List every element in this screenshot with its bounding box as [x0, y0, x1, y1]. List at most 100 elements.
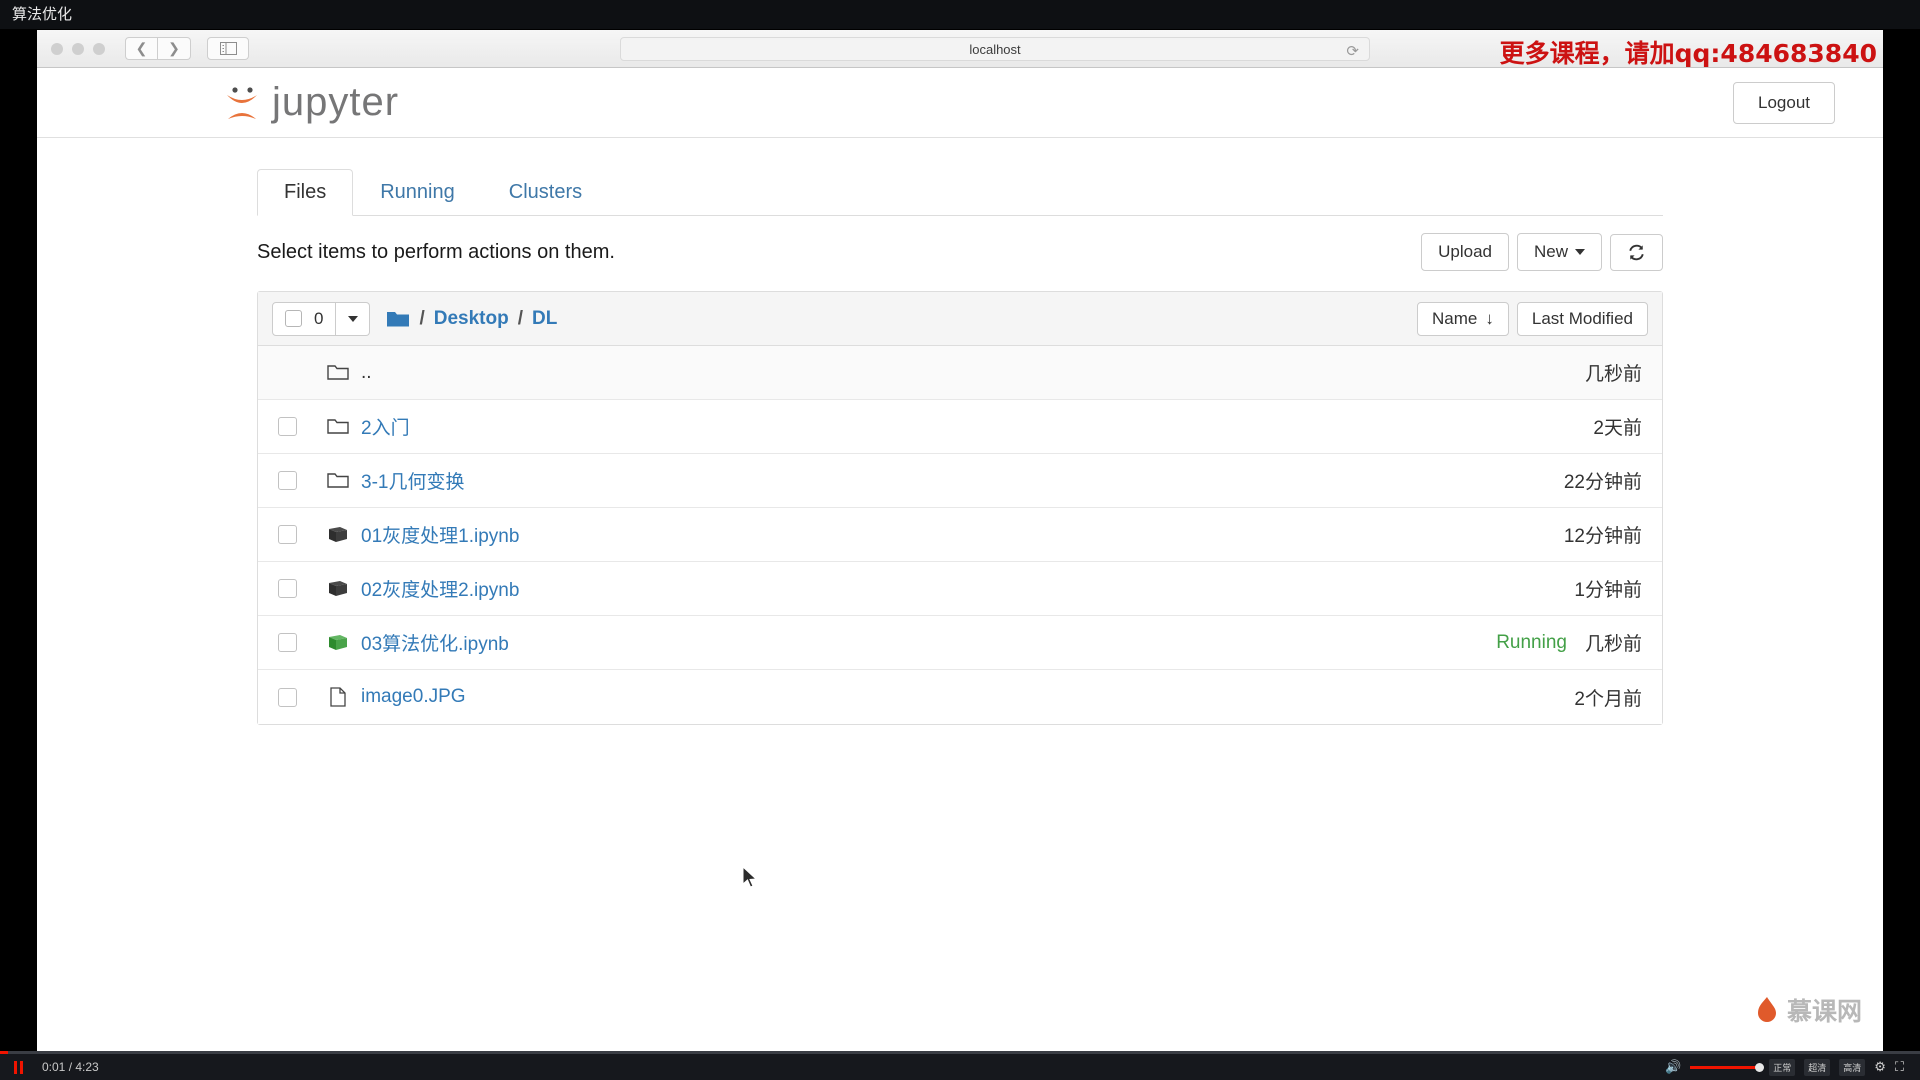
row-left: 02灰度处理2.ipynb [278, 575, 519, 602]
row-modified: 1分钟前 [1574, 580, 1642, 601]
new-label: New [1533, 242, 1568, 261]
select-all-box[interactable]: 0 [272, 301, 337, 336]
letterbox-right [1883, 30, 1920, 1054]
back-icon[interactable]: ❮ [125, 37, 158, 60]
row-left: 01灰度处理1.ipynb [278, 521, 519, 548]
row-name[interactable]: 3-1几何变换 [361, 467, 464, 494]
tab-running[interactable]: Running [353, 169, 482, 216]
row-name[interactable]: 02灰度处理2.ipynb [361, 575, 519, 602]
sort-by-name-button[interactable]: Name ↓ [1417, 301, 1509, 336]
tab-files[interactable]: Files [257, 169, 354, 216]
address-bar[interactable]: localhost ⟳ [620, 37, 1370, 61]
row-right: 22分钟前 [1564, 467, 1642, 494]
jupyter-header: jupyter Logout [37, 68, 1883, 138]
table-row[interactable]: .. 几秒前 [258, 346, 1662, 400]
sidebar-glyph [219, 42, 237, 55]
reload-icon[interactable]: ⟳ [1346, 42, 1359, 60]
table-row[interactable]: 02灰度处理2.ipynb 1分钟前 [258, 562, 1662, 616]
row-modified: 2天前 [1593, 418, 1642, 439]
row-right: Running 几秒前 [1496, 629, 1642, 656]
row-name[interactable]: 03算法优化.ipynb [361, 629, 509, 656]
row-left: image0.JPG [278, 686, 466, 708]
jupyter-body: Files Running Clusters Select items to p… [37, 168, 1883, 725]
minimize-window-button[interactable] [72, 42, 84, 55]
notebook-running-icon [325, 634, 351, 652]
row-right: 2个月前 [1574, 684, 1642, 711]
close-window-button[interactable] [51, 42, 63, 55]
window-controls[interactable] [51, 42, 105, 55]
sort-modified-label: Last Modified [1531, 308, 1633, 328]
table-row[interactable]: 2入门 2天前 [258, 400, 1662, 454]
row-checkbox[interactable] [278, 417, 297, 436]
chevron-down-icon [1575, 249, 1585, 255]
breadcrumb-desktop[interactable]: Desktop [434, 308, 509, 330]
video-player-shell: 算法优化 ❮ ❯ localhost ⟳ 更多课程，请加qq:484683840… [0, 0, 1920, 1080]
upload-label: Upload [1438, 242, 1492, 261]
logout-button[interactable]: Logout [1733, 81, 1835, 124]
row-name[interactable]: 01灰度处理1.ipynb [361, 521, 519, 548]
browser-toolbar: ❮ ❯ localhost ⟳ 更多课程，请加qq:484683840 [37, 30, 1883, 68]
row-checkbox[interactable] [278, 525, 297, 544]
pause-button[interactable] [0, 1060, 36, 1074]
navigation-buttons[interactable]: ❮ ❯ [125, 37, 191, 60]
tab-bar: Files Running Clusters [257, 168, 1663, 216]
folder-icon [325, 472, 351, 489]
upload-button[interactable]: Upload [1421, 233, 1509, 271]
pause-icon [13, 1060, 17, 1074]
refresh-button[interactable] [1610, 233, 1663, 271]
folder-icon [325, 418, 351, 435]
video-time-label: 0:01 / 4:23 [42, 1060, 99, 1074]
maximize-window-button[interactable] [93, 42, 105, 55]
row-checkbox[interactable] [278, 579, 297, 598]
volume-slider[interactable] [1690, 1062, 1765, 1072]
select-all-checkbox[interactable] [285, 310, 302, 327]
table-row[interactable]: 01灰度处理1.ipynb 12分钟前 [258, 508, 1662, 562]
new-button[interactable]: New [1516, 233, 1602, 271]
file-icon [325, 687, 351, 707]
fullscreen-icon[interactable]: ⛶ [1895, 1059, 1904, 1075]
video-controls-bar: 0:01 / 4:23 🔊 正常 超清 高清 ⚙ ⛶ [0, 1051, 1920, 1080]
promo-watermark: 更多课程，请加qq:484683840 [1499, 39, 1877, 68]
selection-control[interactable]: 0 [272, 301, 371, 336]
folder-icon[interactable] [386, 309, 410, 328]
mooc-watermark: 慕课网 [1754, 992, 1862, 1028]
tab-clusters[interactable]: Clusters [482, 169, 609, 216]
row-left: .. [278, 362, 372, 384]
row-checkbox[interactable] [278, 633, 297, 652]
address-text: localhost [969, 41, 1021, 57]
table-row[interactable]: image0.JPG 2个月前 [258, 670, 1662, 724]
folder-open-icon [325, 364, 351, 381]
row-right: 1分钟前 [1574, 575, 1642, 602]
video-progress-bar[interactable] [0, 1051, 1920, 1054]
row-name[interactable]: image0.JPG [361, 686, 466, 708]
selection-dropdown-button[interactable] [336, 301, 371, 336]
mouse-cursor [742, 866, 758, 888]
select-items-hint: Select items to perform actions on them. [257, 240, 615, 263]
table-row[interactable]: 3-1几何变换 22分钟前 [258, 454, 1662, 508]
volume-icon[interactable]: 🔊 [1665, 1059, 1681, 1075]
row-name[interactable]: .. [361, 362, 372, 384]
quality-ultra-button[interactable]: 超清 [1804, 1058, 1831, 1076]
video-title: 算法优化 [0, 0, 1920, 30]
sort-by-modified-button[interactable]: Last Modified [1516, 301, 1648, 336]
jupyter-logo[interactable]: jupyter [222, 80, 399, 125]
sidebar-toggle-icon[interactable] [207, 37, 249, 60]
files-toolbar: Select items to perform actions on them.… [257, 233, 1663, 271]
status-badge: Running [1496, 631, 1567, 653]
quality-normal-button[interactable]: 正常 [1769, 1058, 1796, 1076]
quality-hd-button[interactable]: 高清 [1839, 1058, 1866, 1076]
row-name[interactable]: 2入门 [361, 413, 410, 440]
row-checkbox[interactable] [278, 687, 297, 707]
row-checkbox[interactable] [278, 471, 297, 490]
forward-icon[interactable]: ❯ [158, 37, 191, 60]
row-right: 2天前 [1593, 413, 1642, 440]
refresh-icon [1629, 244, 1644, 260]
row-modified: 2个月前 [1574, 688, 1642, 710]
breadcrumb-separator: / [419, 307, 425, 329]
volume-knob[interactable] [1755, 1062, 1765, 1072]
row-right: 几秒前 [1585, 359, 1642, 386]
gear-icon[interactable]: ⚙ [1874, 1059, 1886, 1075]
breadcrumb-dl[interactable]: DL [532, 308, 557, 330]
sort-controls: Name ↓ Last Modified [1417, 301, 1648, 336]
table-row[interactable]: 03算法优化.ipynb Running 几秒前 [258, 616, 1662, 670]
